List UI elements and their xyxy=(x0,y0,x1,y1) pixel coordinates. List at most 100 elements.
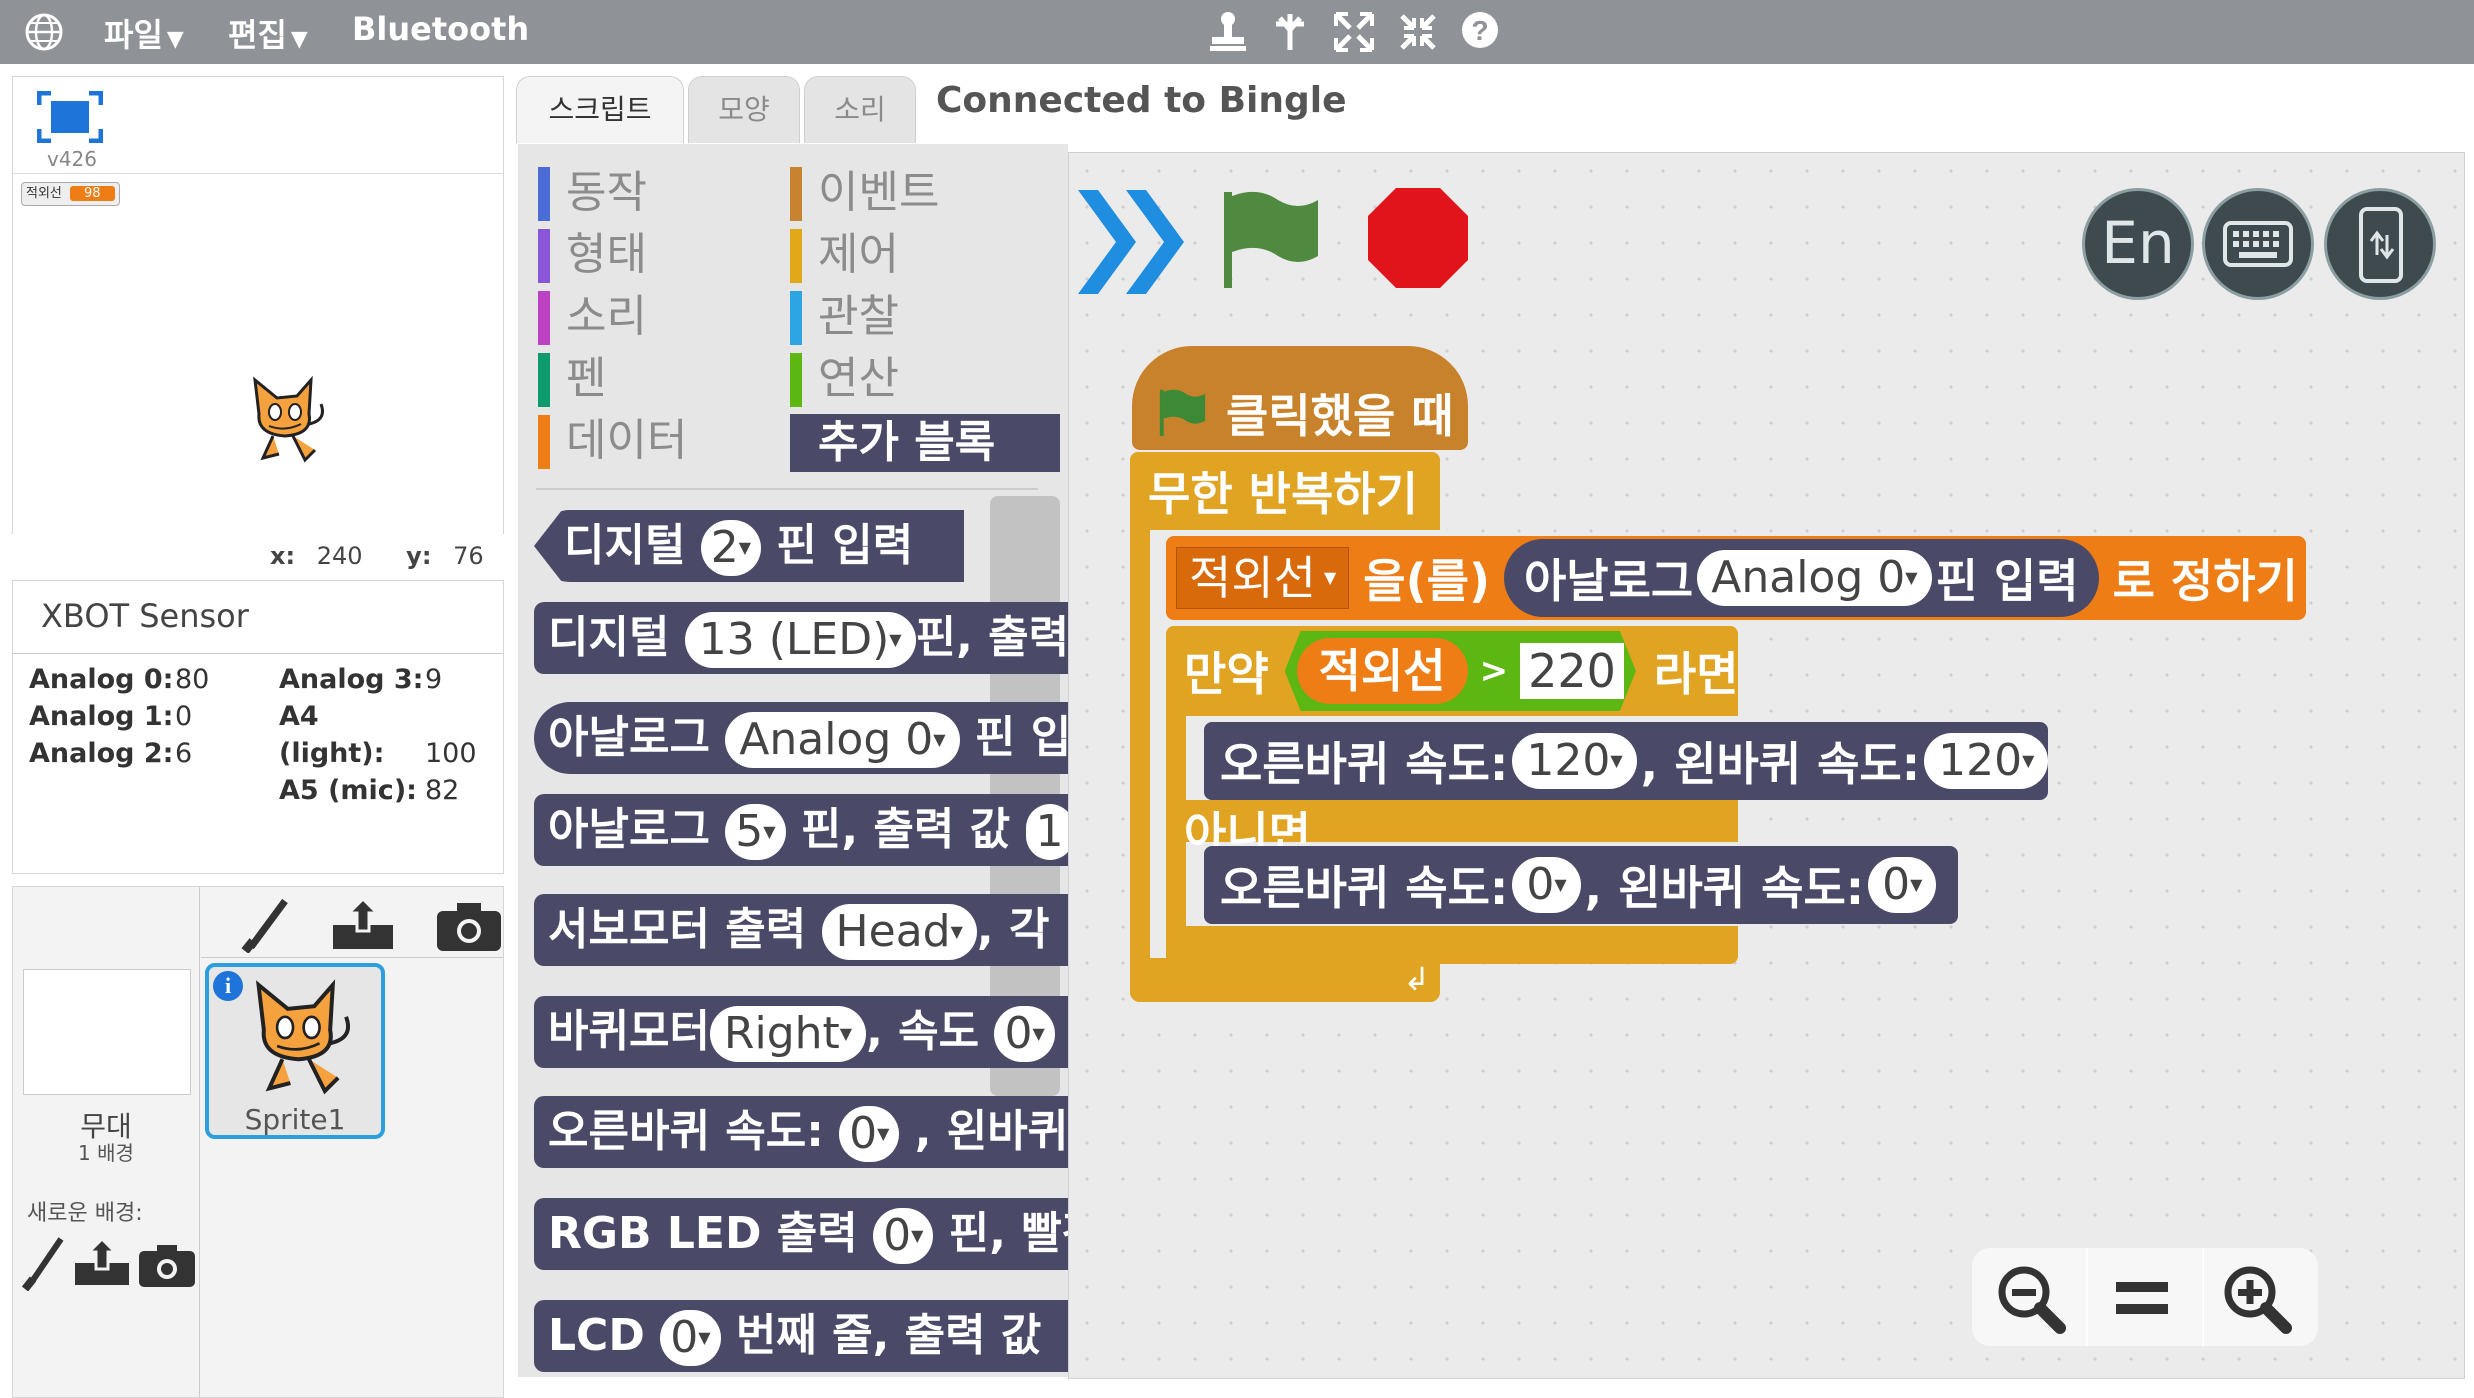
paint-brush-icon[interactable] xyxy=(241,897,291,953)
forever-block[interactable]: 무한 반복하기 xyxy=(1130,452,1440,530)
block-text: 디지털 xyxy=(548,612,670,663)
category-color-bar xyxy=(790,353,802,407)
stop-icon[interactable] xyxy=(1366,186,1470,290)
palette-block-rgb-led[interactable]: RGB LED 출력 0▼ 핀, 빨강 xyxy=(534,1198,1082,1270)
cut-icon[interactable] xyxy=(1270,10,1310,54)
condition-greater-than[interactable]: 적외선 > 220 xyxy=(1285,631,1636,711)
block-input[interactable]: Analog 0▼ xyxy=(725,712,960,768)
fullscreen-icon[interactable] xyxy=(37,91,103,143)
camera-icon[interactable] xyxy=(435,901,503,953)
tab-scripts[interactable]: 스크립트 xyxy=(516,76,684,143)
category-color-bar xyxy=(538,291,550,345)
hat-when-flag-clicked[interactable]: 클릭했을 때 xyxy=(1132,346,1468,450)
dropdown-arrow-icon: ▼ xyxy=(698,1328,711,1347)
if-else-block[interactable]: 만약 적외선 > 220 라면 xyxy=(1166,626,1739,716)
variable-monitor: 적외선 98 xyxy=(21,182,120,206)
variable-dropdown[interactable]: 적외선 ▼ xyxy=(1176,547,1350,609)
block-input[interactable]: 0▼ xyxy=(1512,857,1581,913)
block-input[interactable]: 120▼ xyxy=(1512,733,1637,789)
block-text: 바퀴모터 xyxy=(548,1006,710,1057)
upload-icon[interactable] xyxy=(71,1237,133,1289)
palette-block-analog-output[interactable]: 아날로그 5▼ 핀, 출력 값 1 xyxy=(534,794,1082,866)
dropdown-arrow-icon: ▼ xyxy=(1910,875,1923,894)
reporter-analog-input[interactable]: 아날로그 Analog 0▼ 핀 입력 xyxy=(1503,539,2099,617)
sensor-readings-right: Analog 3:9 A4 (light): 100 A5 (mic): 82 xyxy=(279,661,477,809)
tab-costumes[interactable]: 모양 xyxy=(688,76,800,143)
block-input[interactable]: 0▼ xyxy=(839,1106,900,1162)
palette-block-wheel-motor[interactable]: 바퀴모터 Right▼, 속도 0▼ xyxy=(534,996,1082,1068)
variable-reporter[interactable]: 적외선 xyxy=(1297,638,1468,704)
value-input[interactable]: 220 xyxy=(1520,643,1624,699)
block-text: RGB LED 출력 xyxy=(548,1208,858,1259)
block-input[interactable]: 5▼ xyxy=(725,804,786,860)
block-text: 핀 입력 xyxy=(1935,554,2079,608)
block-input[interactable]: Head▼ xyxy=(821,904,977,960)
keyboard-icon xyxy=(2223,221,2293,267)
tab-sounds[interactable]: 소리 xyxy=(804,76,916,143)
grow-icon[interactable] xyxy=(1334,12,1374,52)
palette-block-lcd[interactable]: LCD 0▼ 번째 줄, 출력 값 xyxy=(534,1300,1082,1372)
language-button[interactable]: En xyxy=(2082,188,2194,300)
divider xyxy=(2086,1248,2088,1346)
dropdown-arrow-icon: ▼ xyxy=(877,1124,890,1143)
dropdown-arrow-icon: ▼ xyxy=(839,1024,853,1043)
dropdown-arrow-icon: ▼ xyxy=(950,922,963,941)
file-menu-label: 파일 xyxy=(104,16,163,54)
divider xyxy=(536,488,1038,490)
block-input[interactable]: 120▼ xyxy=(1924,733,2049,789)
block-input[interactable]: Analog 0▼ xyxy=(1697,550,1932,606)
help-icon[interactable]: ? xyxy=(1458,10,1502,54)
category-label: 펜 xyxy=(566,353,607,404)
palette-block-digital-output[interactable]: 디지털 13 (LED)▼ 핀, 출력 xyxy=(534,602,1082,674)
cat-sprite-icon[interactable] xyxy=(239,374,329,466)
wheel-speed-block-2[interactable]: 오른바퀴 속도: 0▼ , 왼바퀴 속도: 0▼ xyxy=(1204,846,1958,924)
shrink-icon[interactable] xyxy=(1398,12,1438,52)
block-input[interactable]: 13 (LED)▼ xyxy=(684,612,916,668)
category-more-blocks[interactable]: 추가 블록 xyxy=(790,414,1060,472)
block-input[interactable]: 0▼ xyxy=(660,1310,721,1366)
block-input[interactable]: Right▼ xyxy=(709,1006,867,1062)
block-input[interactable]: 0▼ xyxy=(873,1208,934,1264)
upload-icon[interactable] xyxy=(329,895,397,953)
sprite-thumbnail[interactable]: i Sprite1 xyxy=(205,963,385,1139)
dropdown-arrow-icon: ▼ xyxy=(738,538,752,557)
block-input[interactable]: 0▼ xyxy=(994,1006,1055,1062)
bluetooth-menu[interactable]: Bluetooth xyxy=(352,10,529,48)
block-text: 오른바퀴 속도: xyxy=(1220,737,1509,791)
block-input[interactable]: 0▼ xyxy=(1868,857,1937,913)
block-input[interactable]: 1 xyxy=(1025,804,1074,860)
stage-thumbnail[interactable] xyxy=(23,969,191,1095)
loop-arrow-icon: ↲ xyxy=(1403,960,1430,998)
stage-canvas[interactable]: 적외선 98 xyxy=(13,173,503,534)
dropdown-arrow-icon: ▼ xyxy=(1032,1024,1045,1043)
block-input[interactable]: 2▼ xyxy=(700,520,762,576)
block-text: 핀, 출력 xyxy=(915,612,1070,663)
palette-block-analog-input[interactable]: 아날로그 Analog 0▼ 핀 입 xyxy=(534,702,1082,774)
category-label: 연산 xyxy=(818,353,899,404)
device-button[interactable] xyxy=(2324,188,2436,300)
edit-menu[interactable]: 편집 ▼ xyxy=(228,10,308,56)
block-text: 아날로그 xyxy=(1523,554,1694,608)
palette-block-wheel-speed[interactable]: 오른바퀴 속도: 0▼ , 왼바퀴 xyxy=(534,1096,1082,1168)
palette-block-servo[interactable]: 서보모터 출력 Head▼, 각 xyxy=(534,894,1082,966)
globe-icon[interactable] xyxy=(24,12,64,52)
green-flag-icon[interactable] xyxy=(1218,186,1322,294)
set-variable-block[interactable]: 적외선 ▼ 을(를) 아날로그 Analog 0▼ 핀 입력 로 정하기 xyxy=(1166,536,2306,620)
variable-name: 적외선 xyxy=(1189,551,1316,605)
palette-block-digital-input[interactable]: 디지털 2▼ 핀 입력 xyxy=(534,510,964,582)
camera-icon[interactable] xyxy=(137,1243,197,1289)
zoom-out-icon[interactable] xyxy=(1996,1264,2070,1334)
file-menu[interactable]: 파일 ▼ xyxy=(104,10,184,56)
block-text: , 왼바퀴 속도: xyxy=(1640,737,1921,791)
paint-brush-icon[interactable] xyxy=(21,1235,67,1291)
zoom-in-icon[interactable] xyxy=(2222,1264,2296,1334)
block-text: 아날로그 xyxy=(548,712,710,763)
stamp-icon[interactable] xyxy=(1208,10,1248,54)
turbo-mode-icon[interactable] xyxy=(1074,186,1190,298)
block-text: 핀, 출력 값 xyxy=(800,804,1011,855)
block-text: 번째 줄, 출력 값 xyxy=(735,1310,1042,1361)
block-input-value: Head xyxy=(835,906,951,957)
zoom-reset-icon[interactable] xyxy=(2112,1278,2172,1318)
wheel-speed-block-1[interactable]: 오른바퀴 속도: 120▼ , 왼바퀴 속도: 120▼ xyxy=(1204,722,2049,800)
keyboard-button[interactable] xyxy=(2202,188,2314,300)
